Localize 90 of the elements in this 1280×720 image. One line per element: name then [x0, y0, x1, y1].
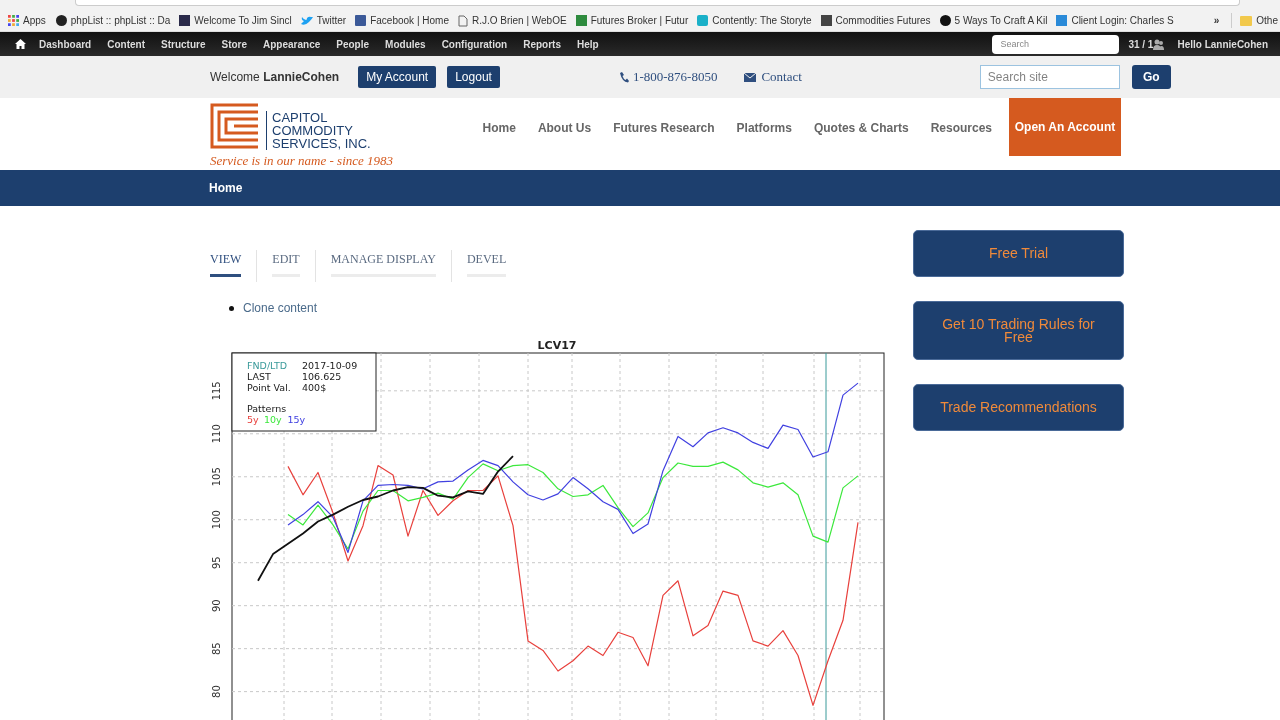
site-icon — [1056, 15, 1068, 26]
content-tab[interactable]: MANAGE DISPLAY — [330, 250, 436, 277]
bookmark-link[interactable]: Futures Broker | Futur — [590, 13, 689, 28]
bookmark-link[interactable]: Twitter — [316, 13, 347, 28]
axis-tick-label: 115 — [211, 381, 222, 401]
site-icon — [697, 15, 709, 26]
admin-menu-item[interactable]: Structure — [161, 36, 206, 52]
admin-menu-item[interactable]: Dashboard — [39, 36, 92, 52]
go-button[interactable]: Go — [1131, 65, 1171, 89]
logo-mark-icon — [210, 103, 260, 149]
legend-label: 15y — [287, 414, 306, 425]
breadcrumb-link[interactable]: Home — [209, 179, 243, 197]
overflow-chevron[interactable]: » — [1213, 13, 1220, 28]
axis-tick-label: 110 — [211, 424, 222, 444]
axis-tick-label: 85 — [211, 642, 222, 655]
site-icon — [355, 15, 367, 26]
site-icon — [820, 15, 832, 26]
open-account-button[interactable]: Open An Account — [1009, 98, 1121, 156]
logo-text: CAPITOL — [272, 111, 329, 124]
axis-tick-label: 100 — [211, 510, 222, 530]
admin-menu-item[interactable]: Store — [221, 36, 248, 52]
admin-menu-item[interactable]: Reports — [523, 36, 561, 52]
user-greeting[interactable]: Hello LannieCohen — [1177, 36, 1268, 52]
logo-text: COMMODITY — [272, 124, 354, 137]
bookmark-link[interactable]: R.J.O Brien | WebOE — [471, 13, 567, 28]
bookmark-link[interactable]: Contently: The Storyte — [712, 13, 812, 28]
admin-menu-item[interactable]: People — [336, 36, 370, 52]
legend-label: LAST — [247, 371, 271, 382]
sidebar-button[interactable]: Get 10 Trading Rules for Free — [913, 301, 1124, 360]
content-tab[interactable]: DEVEL — [466, 250, 507, 277]
nav-link[interactable]: Resources — [930, 119, 992, 137]
apps-grid-icon — [8, 15, 19, 26]
bookmark-link[interactable]: phpList :: phpList :: Da — [70, 13, 171, 28]
bookmark-link[interactable]: Apps — [23, 13, 46, 28]
search-field[interactable]: Search — [992, 34, 1120, 54]
bullet-icon — [229, 305, 234, 311]
tagline: Service is in our name - since 1983 — [210, 152, 394, 170]
bookmark-link[interactable]: Commodities Futures — [835, 13, 931, 28]
legend-value: 106.625 — [302, 371, 342, 382]
bookmark-link[interactable]: Welcome To Jim Sincl — [194, 13, 292, 28]
user-count: 31 / 1 — [1128, 37, 1154, 52]
account-button[interactable]: My Account — [358, 66, 437, 88]
contact-link[interactable]: Contact — [761, 67, 802, 87]
sidebar-button[interactable]: Trade Recommendations — [913, 384, 1124, 431]
bird-icon — [300, 15, 313, 26]
admin-menu-item[interactable]: Content — [107, 36, 145, 52]
legend-label: FND/LTD — [247, 360, 288, 371]
nav-link[interactable]: About Us — [537, 119, 592, 137]
legend-value: 2017-10-09 — [302, 360, 358, 371]
phone-icon — [618, 71, 629, 83]
bookmark-link[interactable]: 5 Ways To Craft A Kil — [954, 13, 1048, 28]
chart-title: LCV17 — [537, 339, 577, 352]
clone-content-link[interactable]: Clone content — [243, 299, 318, 317]
legend-heading: Patterns — [247, 403, 287, 414]
site-icon — [55, 15, 67, 26]
users-icon — [1153, 38, 1165, 50]
axis-tick-label: 80 — [211, 685, 222, 698]
legend-label: 10y — [264, 414, 282, 425]
axis-tick-label: 95 — [211, 556, 222, 570]
account-button[interactable]: Logout — [447, 66, 500, 88]
site-search-field[interactable]: Search site — [979, 65, 1120, 89]
legend-label: 5y — [247, 414, 259, 425]
admin-menu-item[interactable]: Appearance — [263, 36, 321, 52]
admin-menu-item[interactable]: Help — [577, 36, 599, 52]
bookmark-link[interactable]: Client Login: Charles S — [1071, 13, 1174, 28]
content-tab[interactable]: EDIT — [272, 250, 300, 277]
home-icon[interactable] — [15, 39, 26, 49]
bookmark-folder[interactable]: Othe — [1256, 13, 1278, 28]
page-icon — [457, 14, 468, 27]
nav-link[interactable]: Quotes & Charts — [813, 119, 909, 137]
sidebar-button[interactable]: Free Trial — [913, 230, 1124, 277]
admin-menu-item[interactable]: Configuration — [441, 36, 508, 52]
axis-tick-label: 90 — [211, 599, 222, 613]
axis-tick-label: 105 — [211, 467, 222, 487]
nav-link[interactable]: Home — [482, 119, 516, 137]
site-icon — [939, 15, 951, 26]
content-tab[interactable]: VIEW — [210, 250, 242, 277]
bookmark-link[interactable]: Facebook | Home — [370, 13, 449, 28]
nav-link[interactable]: Platforms — [736, 119, 792, 137]
site-icon — [179, 15, 191, 26]
logo-text: SERVICES, INC. — [272, 137, 371, 150]
admin-menu-item[interactable]: Modules — [385, 36, 426, 52]
legend-label: Point Val. — [247, 382, 291, 393]
phone-number[interactable]: 1-800-876-8050 — [632, 67, 718, 87]
legend-value: 400$ — [302, 382, 327, 393]
site-icon — [575, 15, 587, 26]
envelope-icon — [744, 72, 757, 82]
nav-link[interactable]: Futures Research — [613, 119, 715, 137]
welcome-text: Welcome LannieCohen — [210, 69, 340, 86]
folder-icon — [1240, 15, 1253, 26]
